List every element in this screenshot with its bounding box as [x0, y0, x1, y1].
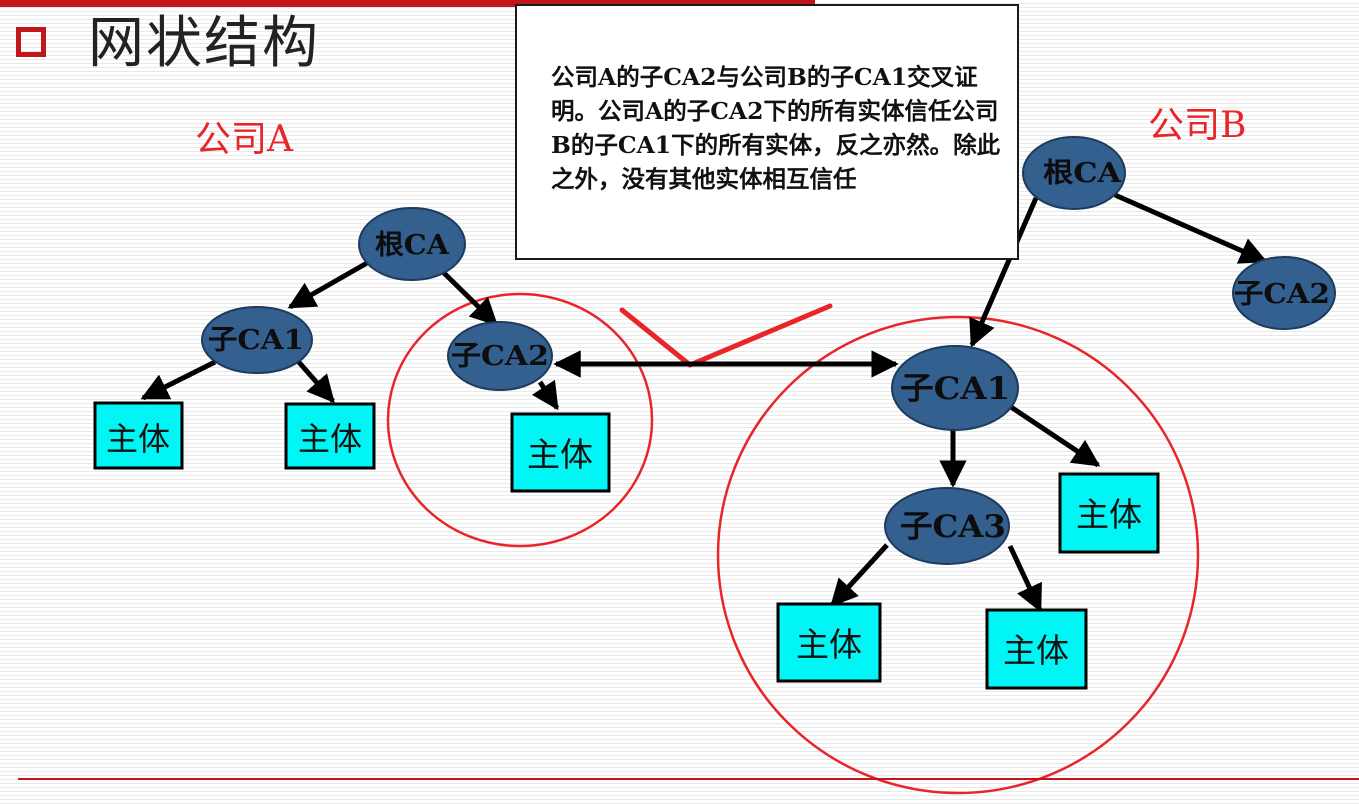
company-a-root-ca-label: 根CA — [375, 230, 450, 261]
edge-b-root-to-ca2 — [1113, 192, 1268, 264]
company-a-ca2-entity-label: 主体 — [527, 435, 593, 474]
edge-a-root-to-ca1 — [287, 260, 369, 310]
company-a-ca1-entity-1-label: 主体 — [106, 420, 170, 458]
edge-a-ca1-to-entity-1 — [140, 359, 217, 401]
company-b-sub-ca1-node: 子CA1 — [891, 345, 1019, 431]
company-a-ca1-entity-2-box: 主体 — [284, 402, 376, 470]
company-b-ca3-entity-2-box: 主体 — [985, 608, 1088, 690]
edge-a-ca1-to-entity-2 — [295, 358, 335, 404]
company-a-ca1-entity-1-box: 主体 — [93, 401, 184, 470]
company-b-root-ca-label: 根CA — [1043, 158, 1122, 189]
company-a-ca1-entity-2-label: 主体 — [298, 420, 362, 458]
company-a-root-ca-node: 根CA — [358, 207, 466, 281]
edge-b-ca3-to-entity-2 — [1007, 544, 1043, 613]
company-b-sub-ca2-node: 子CA2 — [1232, 256, 1336, 330]
company-a-ca2-entity-box: 主体 — [510, 412, 611, 493]
company-a-label: 公司A — [195, 119, 293, 160]
edge-b-ca1-to-entity — [1006, 402, 1101, 468]
company-a-sub-ca1-node: 子CA1 — [201, 306, 313, 374]
company-b-ca1-entity-box: 主体 — [1058, 472, 1160, 554]
edge-a-ca2-to-entity — [531, 379, 560, 411]
check-mark-icon — [619, 303, 833, 368]
edge-b-ca3-to-entity-1 — [830, 543, 889, 608]
cross-certification-note-text: 公司A的子CA2与公司B的子CA1交叉证明。公司A的子CA2下的所有实体信任公司… — [551, 63, 1001, 193]
company-a-sub-ca1-label: 子CA1 — [208, 325, 304, 356]
company-b-label: 公司B — [1148, 105, 1247, 146]
company-b-sub-ca3-node: 子CA3 — [884, 487, 1010, 565]
company-b-sub-ca1-label: 子CA1 — [900, 371, 1010, 407]
company-b-sub-ca2-label: 子CA2 — [1234, 279, 1330, 310]
company-b-ca3-entity-1-label: 主体 — [796, 625, 862, 664]
company-a-sub-ca2-label: 子CA2 — [451, 341, 549, 372]
company-b-sub-ca3-label: 子CA3 — [900, 509, 1006, 545]
cross-certification-note-box: 公司A的子CA2与公司B的子CA1交叉证明。公司A的子CA2下的所有实体信任公司… — [515, 4, 1019, 260]
company-b-root-ca-node: 根CA — [1022, 136, 1126, 210]
bottom-divider — [18, 778, 1359, 780]
company-b-ca1-entity-label: 主体 — [1076, 495, 1142, 534]
company-a-sub-ca2-node: 子CA2 — [447, 321, 553, 391]
company-b-ca3-entity-1-box: 主体 — [776, 602, 882, 683]
company-b-ca3-entity-2-label: 主体 — [1003, 631, 1069, 670]
